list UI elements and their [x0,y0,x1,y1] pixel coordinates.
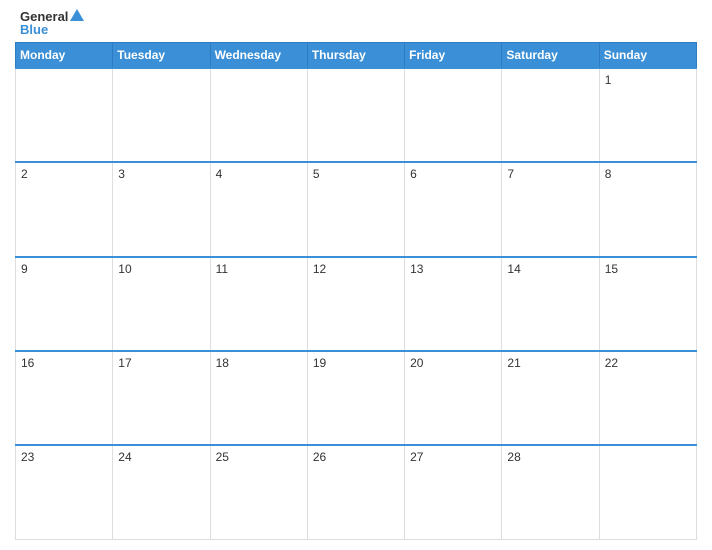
calendar-cell: 8 [599,162,696,256]
calendar-week-row: 16 17 18 19 20 21 22 [16,351,697,445]
calendar-cell: 7 [502,162,599,256]
day-number: 13 [410,262,423,276]
calendar-cell: 27 [405,445,502,539]
day-number: 26 [313,450,326,464]
calendar-cell: 9 [16,257,113,351]
weekday-header-wednesday: Wednesday [210,43,307,69]
calendar-cell [16,68,113,162]
calendar-cell: 17 [113,351,210,445]
calendar-cell: 26 [307,445,404,539]
day-number: 6 [410,167,417,181]
calendar-cell: 1 [599,68,696,162]
day-number: 1 [605,73,612,87]
day-number: 25 [216,450,229,464]
day-number: 16 [21,356,34,370]
calendar-week-row: 1 [16,68,697,162]
day-number: 17 [118,356,131,370]
weekday-header-monday: Monday [16,43,113,69]
day-number: 2 [21,167,28,181]
day-number: 19 [313,356,326,370]
day-number: 5 [313,167,320,181]
weekday-header-row: MondayTuesdayWednesdayThursdayFridaySatu… [16,43,697,69]
day-number: 11 [216,262,228,276]
calendar-cell: 12 [307,257,404,351]
calendar-cell: 20 [405,351,502,445]
calendar-cell: 24 [113,445,210,539]
weekday-header-thursday: Thursday [307,43,404,69]
calendar-cell [210,68,307,162]
header: General Blue [15,10,697,36]
calendar-cell: 19 [307,351,404,445]
calendar-cell: 13 [405,257,502,351]
calendar-cell: 6 [405,162,502,256]
page: General Blue MondayTuesdayWednesdayThurs… [0,0,712,550]
calendar-cell [113,68,210,162]
day-number: 8 [605,167,612,181]
weekday-header-tuesday: Tuesday [113,43,210,69]
logo-blue-text: Blue [20,23,48,36]
calendar-cell: 14 [502,257,599,351]
calendar-cell: 10 [113,257,210,351]
day-number: 10 [118,262,131,276]
calendar-cell: 23 [16,445,113,539]
day-number: 28 [507,450,520,464]
calendar-cell: 2 [16,162,113,256]
calendar-cell [502,68,599,162]
day-number: 24 [118,450,131,464]
day-number: 18 [216,356,229,370]
calendar-cell: 22 [599,351,696,445]
calendar-cell: 11 [210,257,307,351]
calendar-cell: 4 [210,162,307,256]
calendar-cell: 25 [210,445,307,539]
logo: General Blue [20,10,84,36]
day-number: 14 [507,262,520,276]
calendar-cell: 15 [599,257,696,351]
day-number: 3 [118,167,125,181]
day-number: 15 [605,262,618,276]
day-number: 12 [313,262,326,276]
calendar-body: 1234567891011121314151617181920212223242… [16,68,697,540]
logo-triangle-icon [70,9,84,21]
day-number: 22 [605,356,618,370]
weekday-header-sunday: Sunday [599,43,696,69]
weekday-header-friday: Friday [405,43,502,69]
day-number: 4 [216,167,223,181]
day-number: 23 [21,450,34,464]
calendar-week-row: 2 3 4 5 6 7 8 [16,162,697,256]
calendar-cell: 18 [210,351,307,445]
calendar-cell: 3 [113,162,210,256]
calendar-table: MondayTuesdayWednesdayThursdayFridaySatu… [15,42,697,540]
calendar-cell [405,68,502,162]
calendar-cell: 5 [307,162,404,256]
day-number: 9 [21,262,28,276]
calendar-cell: 28 [502,445,599,539]
calendar-cell: 16 [16,351,113,445]
day-number: 7 [507,167,514,181]
calendar-cell [307,68,404,162]
calendar-header: MondayTuesdayWednesdayThursdayFridaySatu… [16,43,697,69]
calendar-week-row: 23 24 25 26 27 28 [16,445,697,539]
day-number: 27 [410,450,423,464]
day-number: 20 [410,356,423,370]
day-number: 21 [507,356,520,370]
calendar-cell [599,445,696,539]
calendar-cell: 21 [502,351,599,445]
weekday-header-saturday: Saturday [502,43,599,69]
calendar-week-row: 9 10 11 12 13 14 15 [16,257,697,351]
